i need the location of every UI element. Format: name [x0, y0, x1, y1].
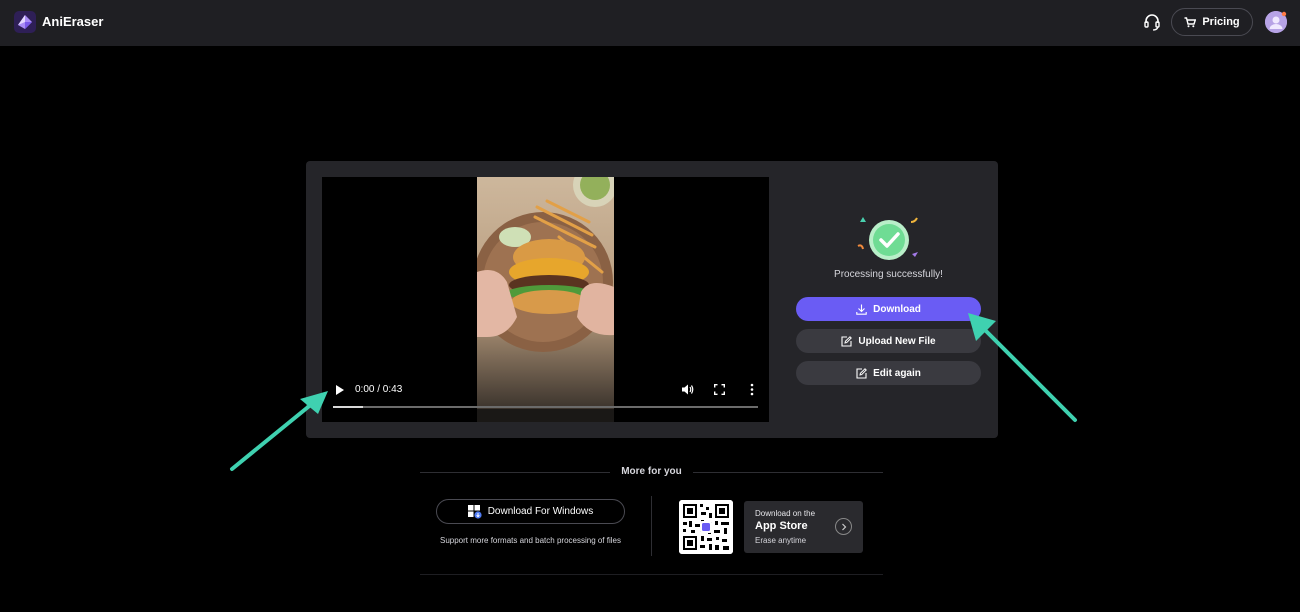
divider-line — [693, 472, 883, 473]
windows-icon — [467, 504, 482, 519]
upload-new-file-button[interactable]: Upload New File — [796, 329, 981, 353]
volume-icon[interactable] — [681, 383, 694, 396]
vertical-divider — [651, 496, 652, 556]
more-for-you-title: More for you — [621, 466, 682, 477]
pricing-button[interactable]: Pricing — [1171, 8, 1253, 36]
video-time: 0:00 / 0:43 — [355, 384, 403, 395]
user-icon — [1265, 11, 1287, 33]
result-card: 0:00 / 0:43 Processing successfully! Dow… — [306, 161, 998, 438]
chevron-right-icon[interactable] — [835, 518, 852, 535]
headset-icon[interactable] — [1143, 13, 1161, 31]
more-options-icon[interactable] — [750, 383, 754, 396]
app-store-card[interactable]: Download on the App Store Erase anytime — [744, 501, 863, 553]
divider-line — [420, 472, 610, 473]
app-store-label: App Store — [755, 520, 808, 532]
app-store-subtitle: Erase anytime — [755, 536, 807, 545]
top-bar: AniEraser Pricing — [0, 0, 1300, 46]
video-player[interactable]: 0:00 / 0:43 — [322, 177, 769, 422]
edit-again-label: Edit again — [873, 367, 921, 379]
success-check-icon — [857, 217, 918, 260]
download-button[interactable]: Download — [796, 297, 981, 321]
video-controls: 0:00 / 0:43 — [322, 377, 769, 422]
edit-icon — [841, 335, 853, 347]
windows-description: Support more formats and batch processin… — [440, 536, 621, 545]
brand-name[interactable]: AniEraser — [42, 14, 103, 29]
cart-icon — [1184, 16, 1197, 27]
app-store-small-label: Download on the — [755, 509, 816, 518]
play-icon[interactable] — [335, 385, 345, 395]
video-progress-bar[interactable] — [333, 406, 758, 408]
fullscreen-icon[interactable] — [714, 384, 725, 395]
upload-new-file-label: Upload New File — [858, 335, 936, 347]
edit-again-button[interactable]: Edit again — [796, 361, 981, 385]
avatar[interactable] — [1265, 11, 1287, 33]
download-label: Download — [873, 303, 921, 315]
video-progress-fill — [333, 406, 363, 408]
edit-icon — [856, 367, 867, 379]
download-for-windows-button[interactable]: Download For Windows — [436, 499, 625, 524]
divider-line — [420, 574, 883, 575]
pricing-label: Pricing — [1202, 16, 1240, 28]
arrow-to-play — [230, 401, 315, 471]
qr-code — [679, 500, 733, 554]
aneraser-logo-icon[interactable] — [14, 11, 36, 33]
chevron-right-glyph — [841, 523, 846, 530]
download-for-windows-label: Download For Windows — [487, 506, 594, 517]
success-message: Processing successfully! — [834, 269, 943, 280]
download-icon — [856, 304, 867, 315]
